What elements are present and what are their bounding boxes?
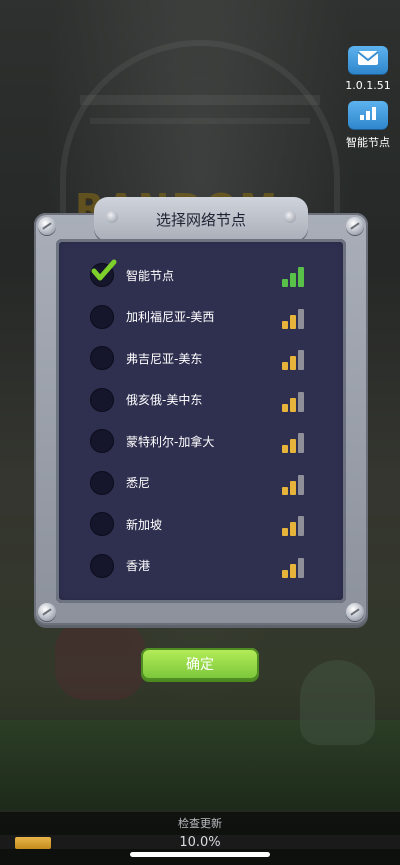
screw-icon bbox=[346, 217, 364, 235]
radio-button[interactable] bbox=[90, 304, 114, 329]
node-label: 弗吉尼亚-美东 bbox=[126, 351, 203, 366]
signal-bar bbox=[290, 563, 296, 578]
node-row[interactable]: 智能节点 bbox=[56, 257, 346, 293]
confirm-button[interactable]: 确定 bbox=[141, 648, 259, 680]
node-list-panel: 智能节点加利福尼亚-美西 弗吉尼亚-美东 俄亥俄-美中东 蒙特利尔-加拿大 悉尼新加坡香… bbox=[56, 239, 346, 603]
screw-icon bbox=[284, 211, 296, 223]
signal-bar bbox=[290, 397, 296, 412]
signal-bar bbox=[298, 391, 304, 412]
signal-bar bbox=[282, 320, 288, 329]
signal-strength-icon bbox=[282, 265, 310, 287]
node-label: 香港 bbox=[126, 559, 151, 573]
radio-button[interactable] bbox=[90, 346, 114, 370]
signal-bar bbox=[282, 279, 288, 287]
mail-icon bbox=[357, 50, 379, 70]
signal-bar bbox=[282, 403, 288, 412]
signal-bar bbox=[282, 528, 288, 536]
signal-strength-icon bbox=[282, 307, 310, 329]
signal-bars-icon bbox=[358, 105, 378, 125]
node-row[interactable]: 悉尼 bbox=[56, 465, 346, 501]
version-label: 1.0.1.51 bbox=[345, 79, 391, 92]
node-row[interactable]: 加利福尼亚-美西 bbox=[56, 299, 346, 335]
node-label: 加利福尼亚-美西 bbox=[126, 310, 215, 324]
radio-button[interactable] bbox=[90, 259, 117, 287]
screw-icon bbox=[38, 603, 56, 621]
radio-button[interactable] bbox=[90, 470, 114, 495]
checkmark-icon bbox=[91, 259, 117, 281]
signal-bar bbox=[290, 439, 296, 453]
progress-percent: 10.0% bbox=[179, 835, 221, 850]
radio-button[interactable] bbox=[90, 429, 114, 453]
node-label: 新加坡 bbox=[126, 517, 163, 532]
signal-bar bbox=[298, 557, 304, 578]
signal-bar bbox=[298, 350, 304, 370]
mail-button[interactable] bbox=[348, 46, 388, 74]
node-label: 悉尼 bbox=[126, 476, 151, 490]
smart-node-label: 智能节点 bbox=[346, 136, 390, 149]
screw-icon bbox=[106, 211, 118, 223]
check-update-label: 检查更新 bbox=[178, 817, 222, 830]
signal-bar bbox=[282, 486, 288, 495]
home-indicator bbox=[130, 852, 270, 857]
radio-button[interactable] bbox=[90, 553, 114, 578]
node-label: 蒙特利尔-加拿大 bbox=[126, 434, 215, 449]
signal-bar bbox=[290, 356, 296, 370]
signal-bar bbox=[298, 516, 304, 536]
signal-strength-icon bbox=[282, 473, 310, 495]
radio-button[interactable] bbox=[90, 387, 114, 412]
node-row[interactable]: 香港 bbox=[56, 548, 346, 584]
screw-icon bbox=[346, 603, 364, 621]
node-row[interactable]: 俄亥俄-美中东 bbox=[56, 382, 346, 418]
signal-bar bbox=[282, 445, 288, 453]
radio-button[interactable] bbox=[90, 512, 114, 536]
signal-bar bbox=[290, 273, 296, 287]
signal-bar bbox=[298, 267, 304, 287]
signal-strength-icon bbox=[282, 348, 310, 370]
dialog-title-tab: 选择网络节点 bbox=[94, 197, 308, 241]
node-label: 智能节点 bbox=[126, 268, 175, 283]
signal-bar bbox=[290, 522, 296, 536]
screw-icon bbox=[38, 217, 56, 235]
signal-bar bbox=[290, 314, 296, 329]
signal-bar bbox=[298, 433, 304, 453]
node-row[interactable]: 新加坡 bbox=[56, 506, 346, 542]
signal-bar bbox=[282, 362, 288, 370]
node-row[interactable]: 蒙特利尔-加拿大 bbox=[56, 423, 346, 459]
signal-bar bbox=[282, 569, 288, 578]
signal-bar bbox=[290, 480, 296, 495]
node-row[interactable]: 弗吉尼亚-美东 bbox=[56, 340, 346, 376]
node-select-dialog: 选择网络节点 智能节点加利福尼亚-美西 弗吉尼亚-美东 俄亥俄-美中东 蒙特利尔-加拿… bbox=[34, 197, 368, 625]
signal-strength-icon bbox=[282, 431, 310, 453]
smart-node-button[interactable] bbox=[348, 101, 388, 129]
dialog-title: 选择网络节点 bbox=[155, 210, 246, 229]
signal-strength-icon bbox=[282, 514, 310, 536]
signal-bar bbox=[298, 474, 304, 495]
signal-strength-icon bbox=[282, 390, 310, 412]
signal-bar bbox=[298, 308, 304, 329]
signal-strength-icon bbox=[282, 556, 310, 578]
node-label: 俄亥俄-美中东 bbox=[126, 393, 203, 407]
